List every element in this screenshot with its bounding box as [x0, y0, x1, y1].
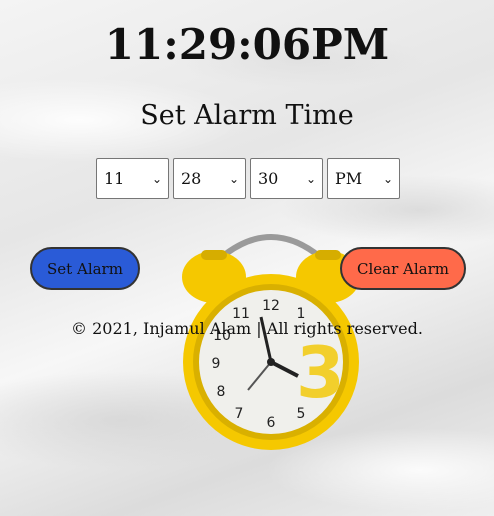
- svg-text:9: 9: [212, 356, 221, 372]
- ampm-value: PM: [335, 169, 363, 188]
- hour-value: 11: [104, 169, 125, 188]
- svg-text:6: 6: [267, 415, 276, 431]
- svg-text:12: 12: [262, 298, 280, 314]
- set-alarm-button[interactable]: Set Alarm: [30, 247, 140, 290]
- svg-text:5: 5: [297, 406, 306, 422]
- second-select[interactable]: 30 ⌄: [250, 158, 323, 199]
- hour-select[interactable]: 11 ⌄: [96, 158, 169, 199]
- footer-copyright: © 2021, Injamul Alam | All rights reserv…: [71, 319, 423, 338]
- svg-text:3: 3: [296, 332, 345, 414]
- set-alarm-heading: Set Alarm Time: [140, 100, 354, 131]
- minute-select[interactable]: 28 ⌄: [173, 158, 246, 199]
- ampm-select[interactable]: PM ⌄: [327, 158, 400, 199]
- chevron-down-icon: ⌄: [151, 171, 162, 186]
- current-time: 11:29:06PM: [104, 20, 390, 69]
- chevron-down-icon: ⌄: [228, 171, 239, 186]
- chevron-down-icon: ⌄: [382, 171, 393, 186]
- svg-text:7: 7: [235, 406, 244, 422]
- clear-alarm-button[interactable]: Clear Alarm: [340, 247, 466, 290]
- alarm-time-selects: 11 ⌄ 28 ⌄ 30 ⌄ PM ⌄: [96, 158, 400, 199]
- svg-text:8: 8: [217, 384, 226, 400]
- minute-value: 28: [181, 169, 202, 188]
- second-value: 30: [258, 169, 279, 188]
- chevron-down-icon: ⌄: [305, 171, 316, 186]
